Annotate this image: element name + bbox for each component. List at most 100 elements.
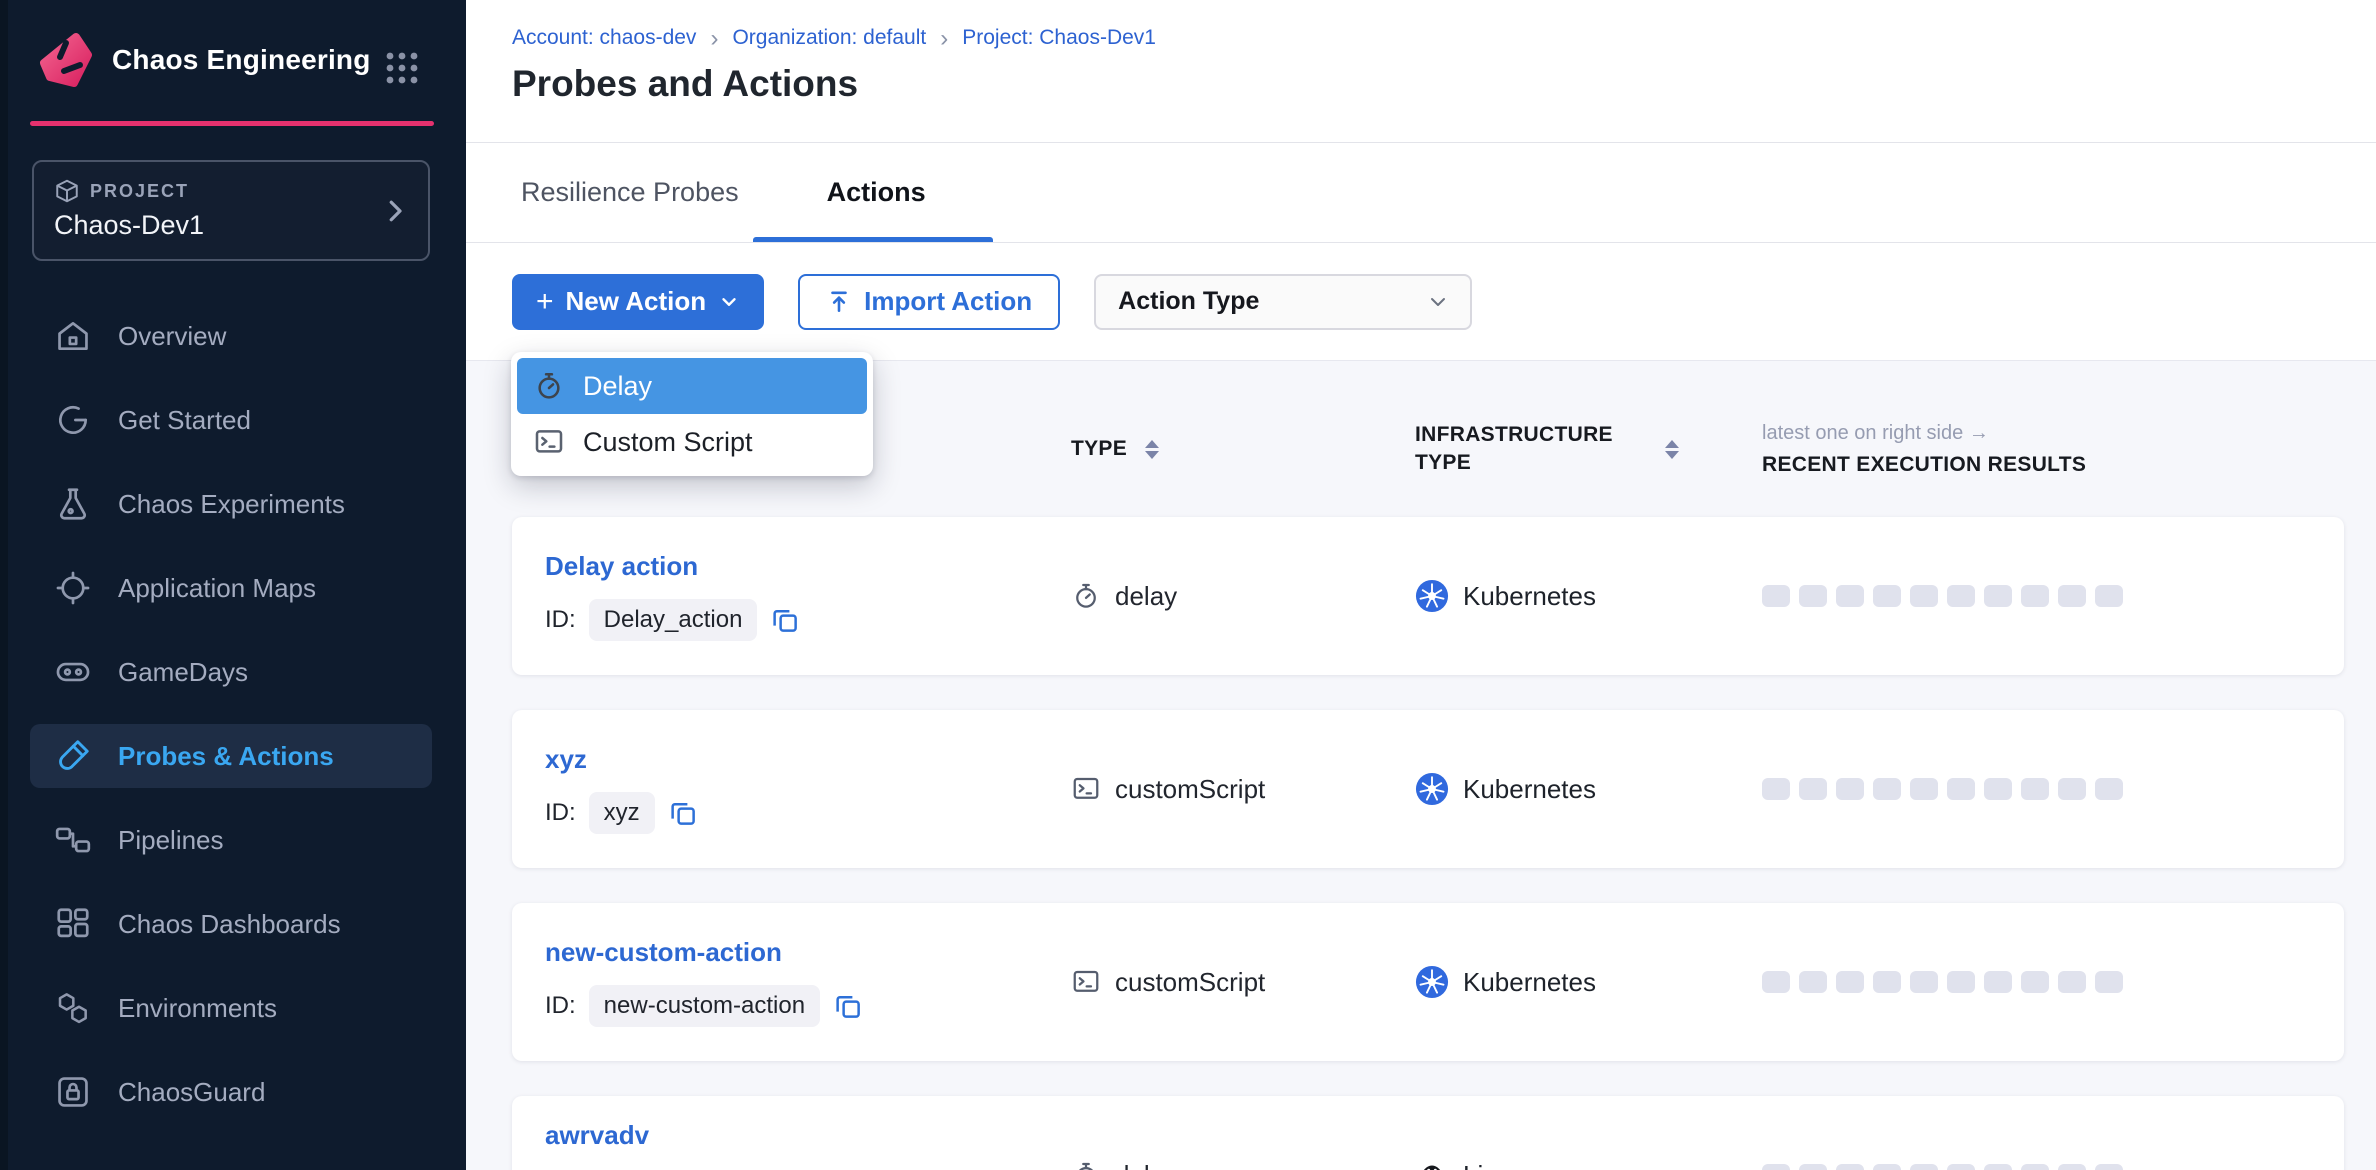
sidebar: Chaos Engineering PROJECT Chaos-Dev1 bbox=[0, 0, 466, 1170]
sort-control[interactable] bbox=[1665, 440, 1679, 459]
action-type-value: customScript bbox=[1115, 774, 1265, 805]
execution-result-placeholder bbox=[2058, 778, 2086, 800]
action-id-value: Delay_action bbox=[589, 599, 758, 641]
execution-result-placeholder bbox=[1836, 1164, 1864, 1170]
menu-item-custom-script[interactable]: Custom Script bbox=[517, 414, 867, 470]
new-action-button[interactable]: + New Action bbox=[512, 274, 764, 330]
chevron-right-icon bbox=[380, 196, 410, 226]
sidebar-item-application-maps[interactable]: Application Maps bbox=[30, 546, 432, 630]
probe-icon bbox=[54, 737, 92, 775]
table-row: Delay action ID: Delay_action delay bbox=[512, 517, 2344, 675]
menu-item-delay[interactable]: Delay bbox=[517, 358, 867, 414]
sidebar-item-label: Application Maps bbox=[118, 573, 316, 604]
execution-result-placeholder bbox=[1910, 585, 1938, 607]
infrastructure-cell: Kubernetes bbox=[1415, 579, 1762, 613]
app-grid-icon[interactable] bbox=[384, 50, 420, 86]
page-header: Account: chaos-dev › Organization: defau… bbox=[466, 0, 2376, 143]
kubernetes-icon bbox=[1415, 772, 1449, 806]
new-action-menu: Delay Custom Script bbox=[511, 352, 873, 476]
package-icon bbox=[54, 178, 80, 204]
infrastructure-value: Kubernetes bbox=[1463, 774, 1596, 805]
sidebar-item-environments[interactable]: Environments bbox=[30, 966, 432, 1050]
execution-result-placeholder bbox=[1836, 585, 1864, 607]
breadcrumb-project-link[interactable]: Project: Chaos-Dev1 bbox=[962, 26, 1156, 50]
execution-result-placeholder bbox=[1762, 778, 1790, 800]
new-action-button-label: New Action bbox=[566, 286, 707, 317]
tabs-bar: Resilience Probes Actions bbox=[466, 143, 2376, 243]
execution-result-placeholder bbox=[2058, 1164, 2086, 1170]
infrastructure-cell: Kubernetes bbox=[1415, 965, 1762, 999]
sidebar-item-chaos-experiments[interactable]: Chaos Experiments bbox=[30, 462, 432, 546]
table-row: awrvadv delay Linux bbox=[512, 1096, 2344, 1170]
execution-result-placeholder bbox=[1873, 1164, 1901, 1170]
upload-icon bbox=[826, 289, 852, 315]
recent-execution-results bbox=[1762, 971, 2344, 993]
project-selector[interactable]: PROJECT Chaos-Dev1 bbox=[32, 160, 430, 261]
environments-icon bbox=[54, 989, 92, 1027]
infrastructure-value: Kubernetes bbox=[1463, 967, 1596, 998]
action-type-cell: customScript bbox=[1071, 774, 1415, 805]
column-header-results: latest one on right side → RECENT EXECUT… bbox=[1762, 422, 2344, 477]
action-name-link[interactable]: xyz bbox=[545, 744, 1071, 775]
terminal-icon bbox=[533, 426, 565, 458]
action-type-select[interactable]: Action Type bbox=[1094, 274, 1472, 330]
sidebar-item-label: Get Started bbox=[118, 405, 251, 436]
terminal-icon bbox=[1071, 967, 1101, 997]
execution-result-placeholder bbox=[1799, 778, 1827, 800]
execution-result-placeholder bbox=[1984, 971, 2012, 993]
main-content: Account: chaos-dev › Organization: defau… bbox=[466, 0, 2376, 1170]
execution-result-placeholder bbox=[1762, 971, 1790, 993]
action-name-link[interactable]: new-custom-action bbox=[545, 937, 1071, 968]
table-row: xyz ID: xyz customScript bbox=[512, 710, 2344, 868]
sidebar-item-label: GameDays bbox=[118, 657, 248, 688]
import-action-button[interactable]: Import Action bbox=[798, 274, 1060, 330]
execution-result-placeholder bbox=[2095, 1164, 2123, 1170]
sidebar-item-pipelines[interactable]: Pipelines bbox=[30, 798, 432, 882]
sidebar-item-chaos-dashboards[interactable]: Chaos Dashboards bbox=[30, 882, 432, 966]
sidebar-item-label: Pipelines bbox=[118, 825, 224, 856]
execution-result-placeholder bbox=[1799, 971, 1827, 993]
table-row: new-custom-action ID: new-custom-action … bbox=[512, 903, 2344, 1061]
sidebar-item-get-started[interactable]: Get Started bbox=[30, 378, 432, 462]
execution-result-placeholder bbox=[2058, 585, 2086, 607]
target-icon bbox=[54, 569, 92, 607]
sidebar-item-probes-actions[interactable]: Probes & Actions bbox=[30, 724, 432, 788]
copy-icon[interactable] bbox=[668, 798, 698, 828]
sidebar-item-label: Probes & Actions bbox=[118, 741, 334, 772]
sidebar-item-chaosguard[interactable]: ChaosGuard bbox=[30, 1050, 432, 1134]
stopwatch-icon bbox=[533, 370, 565, 402]
terminal-icon bbox=[1071, 774, 1101, 804]
recent-execution-results bbox=[1762, 778, 2344, 800]
home-icon bbox=[54, 317, 92, 355]
infrastructure-value: Linux bbox=[1463, 1160, 1525, 1170]
execution-result-placeholder bbox=[1910, 971, 1938, 993]
sidebar-item-overview[interactable]: Overview bbox=[30, 294, 432, 378]
execution-result-placeholder bbox=[1873, 778, 1901, 800]
column-header-infrastructure-line2: TYPE bbox=[1415, 449, 1665, 477]
kubernetes-icon bbox=[1415, 965, 1449, 999]
execution-result-placeholder bbox=[1836, 971, 1864, 993]
tab-resilience-probes[interactable]: Resilience Probes bbox=[521, 177, 739, 208]
copy-icon[interactable] bbox=[833, 991, 863, 1021]
sidebar-item-label: Chaos Dashboards bbox=[118, 909, 341, 940]
kubernetes-icon bbox=[1415, 579, 1449, 613]
breadcrumb-organization-link[interactable]: Organization: default bbox=[732, 26, 926, 50]
sidebar-item-gamedays[interactable]: GameDays bbox=[30, 630, 432, 714]
gamepad-icon bbox=[54, 653, 92, 691]
stopwatch-icon bbox=[1071, 1160, 1101, 1170]
project-card-name: Chaos-Dev1 bbox=[54, 210, 408, 241]
sort-control[interactable] bbox=[1145, 440, 1159, 459]
actions-toolbar: + New Action Import Action Action Type bbox=[466, 243, 2376, 360]
action-name-link[interactable]: awrvadv bbox=[545, 1120, 1071, 1151]
get-started-icon bbox=[54, 401, 92, 439]
execution-result-placeholder bbox=[1799, 1164, 1827, 1170]
infrastructure-value: Kubernetes bbox=[1463, 581, 1596, 612]
copy-icon[interactable] bbox=[770, 605, 800, 635]
infrastructure-cell: Linux bbox=[1415, 1158, 1762, 1170]
tab-actions[interactable]: Actions bbox=[827, 177, 926, 208]
breadcrumb-account-link[interactable]: Account: chaos-dev bbox=[512, 26, 696, 50]
product-title: Chaos Engineering bbox=[112, 44, 371, 76]
linux-icon bbox=[1415, 1158, 1449, 1170]
execution-result-placeholder bbox=[2095, 585, 2123, 607]
action-name-link[interactable]: Delay action bbox=[545, 551, 1071, 582]
